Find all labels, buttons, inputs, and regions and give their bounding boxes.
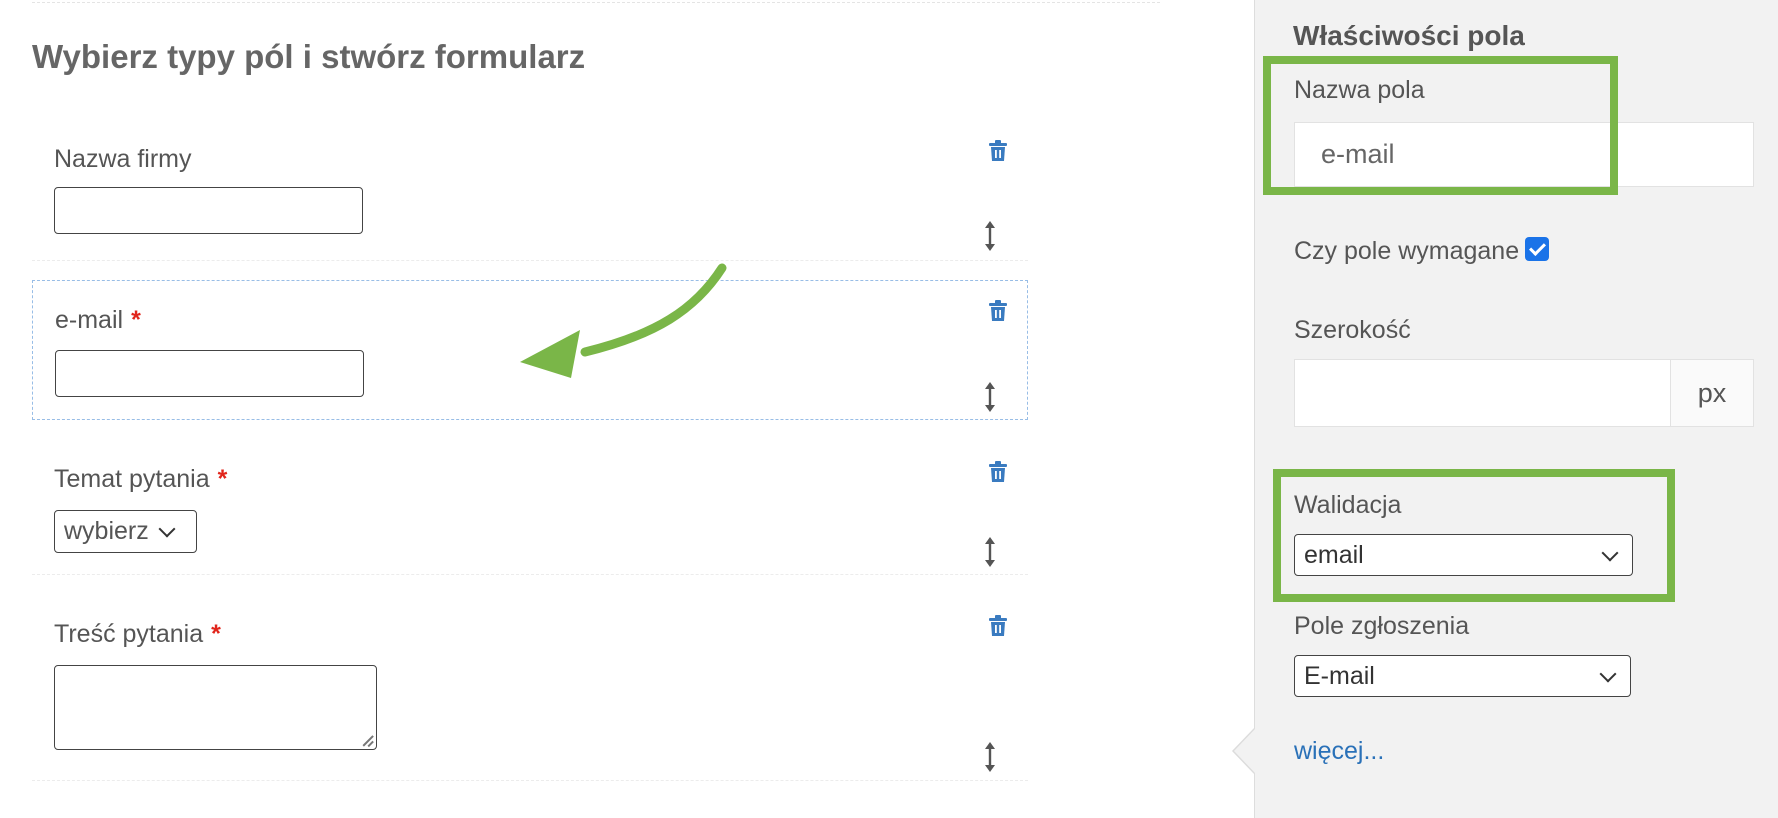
panel-title: Właściwości pola bbox=[1293, 20, 1525, 51]
message-textarea-preview[interactable] bbox=[54, 665, 377, 750]
chevron-down-icon bbox=[1599, 665, 1617, 683]
field-label: e-mail bbox=[55, 306, 124, 334]
form-field-row-subject[interactable]: Temat pytania * wybierz bbox=[32, 440, 1028, 575]
required-star: * bbox=[217, 465, 228, 493]
company-name-input-preview[interactable] bbox=[54, 187, 363, 234]
chevron-down-icon bbox=[158, 520, 176, 537]
row-divider bbox=[32, 780, 1028, 781]
trash-icon[interactable] bbox=[988, 461, 1008, 483]
resize-grip-icon[interactable] bbox=[361, 734, 373, 746]
validation-select[interactable]: email bbox=[1294, 534, 1633, 576]
top-divider bbox=[32, 2, 1160, 3]
width-unit-addon: px bbox=[1670, 359, 1754, 427]
trash-icon[interactable] bbox=[988, 140, 1008, 162]
required-star: * bbox=[131, 306, 141, 334]
ticket-field-select[interactable]: E-mail bbox=[1294, 655, 1631, 697]
form-field-row-company[interactable]: Nazwa firmy bbox=[32, 120, 1028, 260]
validation-label: Walidacja bbox=[1294, 491, 1402, 519]
row-divider bbox=[32, 574, 1028, 575]
ticket-field-select-value: E-mail bbox=[1304, 662, 1375, 690]
panel-pointer-inner bbox=[1234, 729, 1255, 773]
annotation-arrow-icon bbox=[520, 263, 727, 378]
chevron-down-icon bbox=[1601, 544, 1619, 562]
email-input-preview[interactable] bbox=[55, 350, 364, 397]
required-star: * bbox=[211, 620, 221, 648]
required-label: Czy pole wymagane bbox=[1294, 237, 1520, 265]
field-name-label: Nazwa pola bbox=[1294, 76, 1425, 104]
trash-icon[interactable] bbox=[988, 300, 1008, 322]
form-field-row-message[interactable]: Treść pytania * bbox=[32, 595, 1028, 780]
required-checkbox[interactable] bbox=[1525, 237, 1550, 261]
select-value: wybierz bbox=[64, 517, 149, 545]
page-title: Wybierz typy pól i stwórz formularz bbox=[32, 38, 586, 75]
vertical-resize-arrows-icon[interactable] bbox=[984, 537, 996, 567]
ticket-field-label: Pole zgłoszenia bbox=[1294, 612, 1470, 640]
width-input[interactable] bbox=[1294, 359, 1671, 427]
vertical-resize-arrows-icon[interactable] bbox=[984, 382, 996, 412]
vertical-resize-arrows-icon[interactable] bbox=[984, 221, 996, 251]
vertical-resize-arrows-icon[interactable] bbox=[984, 742, 996, 772]
trash-icon[interactable] bbox=[988, 615, 1008, 637]
subject-select-preview[interactable]: wybierz bbox=[54, 510, 197, 553]
validation-select-value: email bbox=[1304, 541, 1364, 569]
width-label: Szerokość bbox=[1294, 316, 1411, 344]
field-label: Treść pytania bbox=[54, 620, 204, 648]
more-options-link[interactable]: więcej... bbox=[1294, 737, 1384, 766]
field-label: Temat pytania bbox=[54, 465, 210, 493]
field-name-input[interactable]: e-mail bbox=[1294, 122, 1754, 187]
field-label: Nazwa firmy bbox=[54, 145, 192, 173]
required-row: Czy pole wymagane bbox=[1294, 237, 1550, 266]
